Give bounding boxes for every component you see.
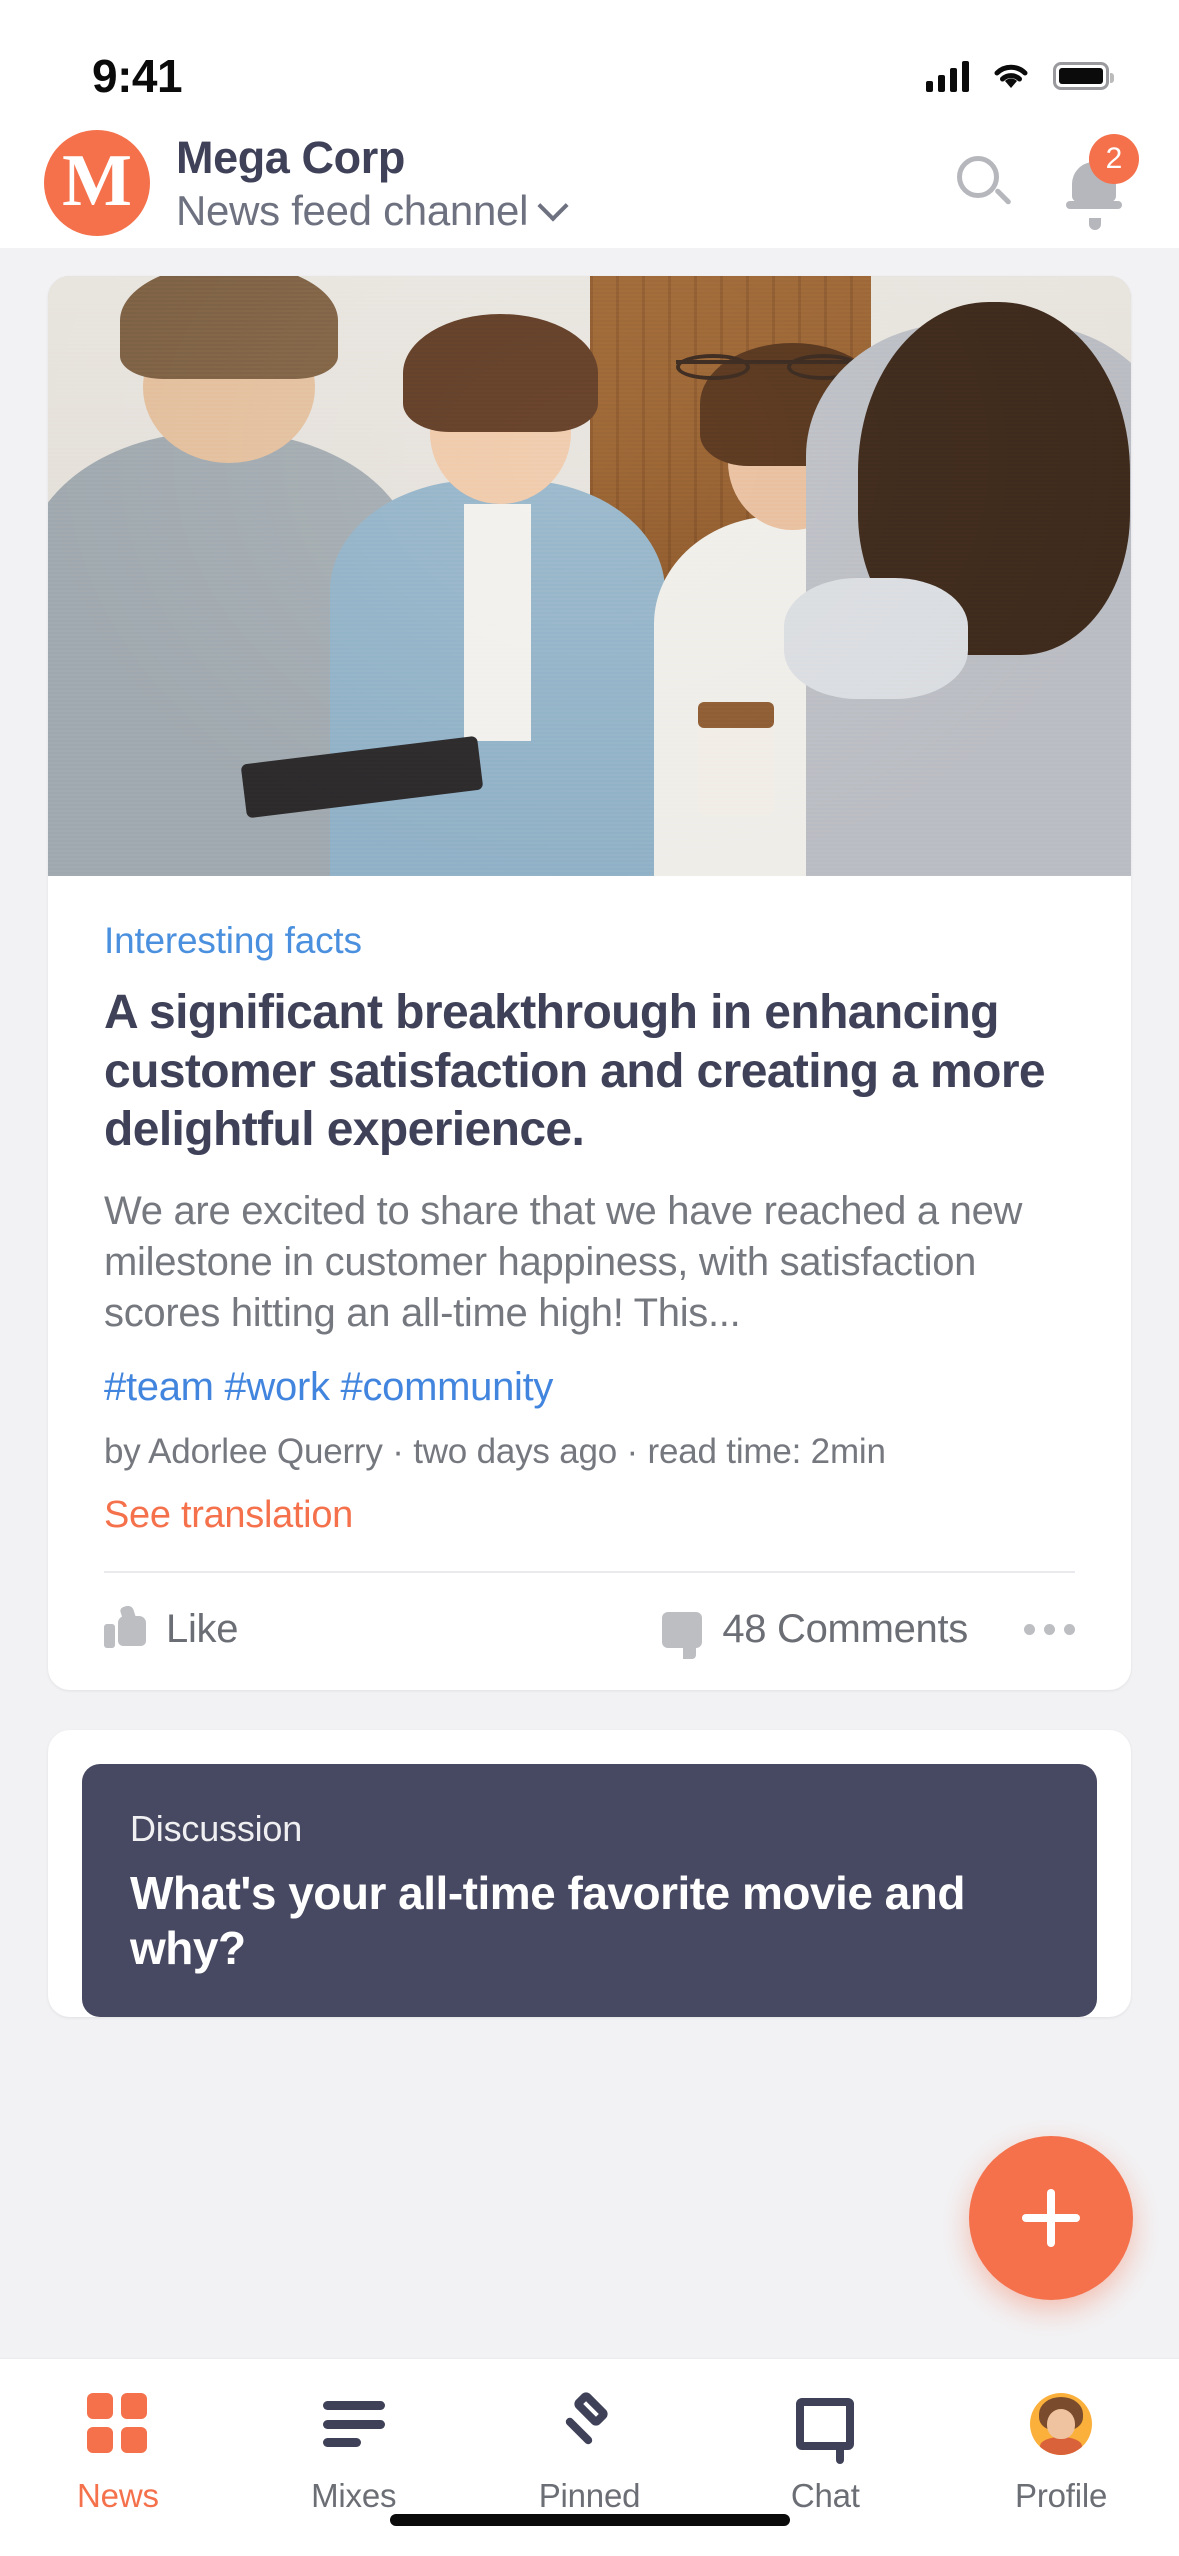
nav-label-pinned: Pinned: [538, 2477, 641, 2514]
header-titles: Mega Corp News feed channel: [176, 131, 929, 234]
search-handle: [994, 187, 1012, 206]
article-headline: A significant breakthrough in enhancing …: [104, 986, 1046, 1157]
discussion-question: What's your all-time favorite movie and …: [130, 1867, 965, 1975]
chevron-down-icon: [537, 189, 569, 222]
avatar-icon: [1030, 2393, 1093, 2455]
wifi-icon: [994, 64, 1028, 88]
battery-icon: [1053, 62, 1114, 90]
channel-selector[interactable]: News feed channel: [176, 187, 929, 235]
article-actions: Like 48 Comments: [48, 1573, 1131, 1690]
nav-label-profile: Profile: [1015, 2477, 1108, 2514]
grid-icon: [86, 2393, 149, 2455]
create-post-fab[interactable]: [969, 2136, 1133, 2300]
brand-name: Mega Corp: [176, 132, 405, 184]
nav-label-mixes: Mixes: [311, 2477, 397, 2514]
article-tags[interactable]: #team #work #community: [104, 1365, 1075, 1410]
status-clock: 9:41: [92, 50, 183, 102]
see-translation-link[interactable]: See translation: [104, 1494, 1075, 1537]
header-actions: 2: [955, 134, 1139, 230]
article-excerpt: We are excited to share that we have rea…: [104, 1188, 1023, 1336]
article-image: [48, 276, 1131, 876]
app-header: M Mega Corp News feed channel 2: [0, 118, 1179, 248]
nav-item-profile[interactable]: Profile: [943, 2393, 1179, 2515]
logo-letter: M: [62, 140, 132, 222]
comment-bubble-icon: [662, 1611, 703, 1659]
comments-label: 48 Comments: [722, 1607, 968, 1652]
comments-button[interactable]: 48 Comments: [662, 1607, 968, 1659]
home-indicator: [389, 2514, 790, 2526]
chat-icon: [796, 2398, 855, 2464]
like-label: Like: [166, 1607, 239, 1652]
discussion-label: Discussion: [130, 1808, 303, 1850]
feed-scroll-area[interactable]: Interesting facts A significant breakthr…: [0, 248, 1179, 2358]
article-body: Interesting facts A significant breakthr…: [48, 876, 1131, 1537]
plus-icon: [1022, 2189, 1080, 2247]
bottom-navigation: News Mixes Pinned Chat Profile: [0, 2358, 1179, 2556]
discussion-card[interactable]: Discussion What's your all-time favorite…: [48, 1730, 1131, 2017]
like-button[interactable]: Like: [104, 1607, 238, 1652]
notifications-button[interactable]: 2: [1065, 134, 1139, 230]
discussion-panel: Discussion What's your all-time favorite…: [82, 1764, 1097, 2017]
phone-screen: 9:41 M Mega Corp News feed channel 2 Int…: [0, 0, 1179, 2556]
article-meta: by Adorlee Querry · two days ago · read …: [104, 1432, 886, 1472]
nav-label-chat: Chat: [790, 2477, 860, 2514]
search-ring: [957, 156, 999, 198]
nav-item-news[interactable]: News: [0, 2393, 236, 2515]
more-options-icon[interactable]: [1024, 1624, 1075, 1636]
nav-item-mixes[interactable]: Mixes: [236, 2393, 472, 2515]
cellular-signal-icon: [926, 60, 969, 92]
channel-name: News feed channel: [176, 186, 529, 234]
article-card[interactable]: Interesting facts A significant breakthr…: [48, 276, 1131, 1691]
notification-badge: 2: [1089, 134, 1139, 184]
nav-label-news: News: [77, 2477, 159, 2514]
nav-item-chat[interactable]: Chat: [707, 2393, 943, 2515]
thumbs-up-icon: [104, 1610, 146, 1650]
lines-icon: [322, 2401, 385, 2447]
status-indicators: [926, 60, 1114, 92]
brand-logo[interactable]: M: [44, 130, 150, 236]
nav-item-pinned[interactable]: Pinned: [472, 2389, 708, 2515]
status-bar: 9:41: [0, 0, 1179, 118]
article-category[interactable]: Interesting facts: [104, 920, 1075, 962]
bell-clapper: [1089, 218, 1101, 230]
pin-icon: [558, 2389, 620, 2455]
search-icon[interactable]: [955, 154, 1013, 212]
